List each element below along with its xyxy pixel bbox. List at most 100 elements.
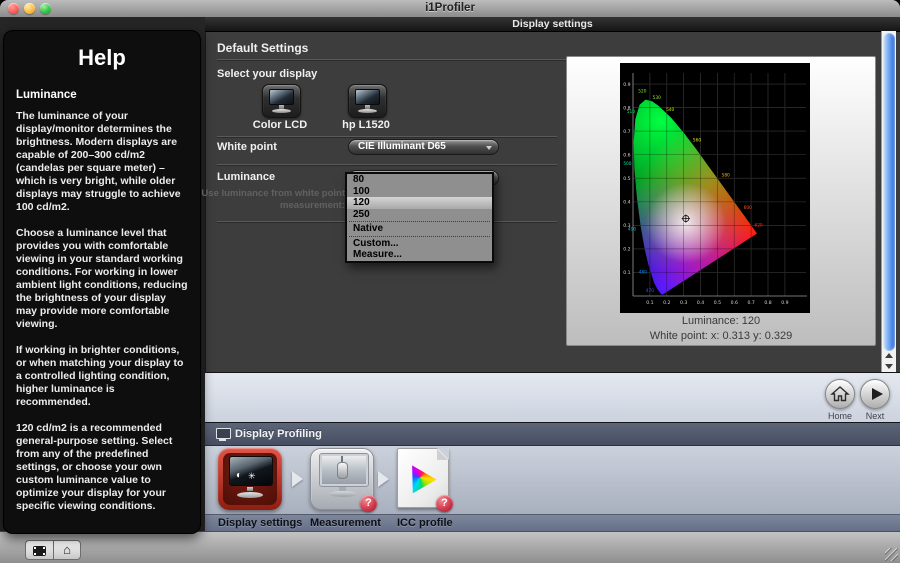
chevron-down-icon: [486, 146, 492, 150]
step-arrow-icon: [292, 471, 303, 487]
menu-item-native[interactable]: Native: [347, 223, 492, 235]
nav-strip: Home Next: [205, 372, 900, 422]
help-paragraph: 120 cd/m2 is a recommended general-purpo…: [16, 422, 188, 513]
home-button-label: Home: [820, 411, 860, 421]
svg-text:0.5: 0.5: [623, 176, 630, 182]
svg-text:0.4: 0.4: [623, 200, 630, 206]
white-point-label: White point: [217, 141, 277, 153]
section-title: Default Settings: [217, 41, 308, 55]
svg-text:490: 490: [628, 226, 636, 232]
help-paragraph: The luminance of your display/monitor de…: [16, 110, 188, 214]
help-paragraph: Choose a luminance level that provides y…: [16, 227, 188, 331]
svg-text:0.1: 0.1: [646, 300, 653, 306]
chromaticity-panel: 0.10.20.30.40.50.60.70.80.90.10.20.30.40…: [566, 56, 876, 346]
view-title: Display settings: [205, 17, 900, 31]
step-arrow-icon: [378, 471, 389, 487]
svg-text:0.6: 0.6: [623, 152, 630, 158]
window-resize-grip[interactable]: [885, 548, 898, 561]
display-option-hp-l1520[interactable]: [348, 84, 387, 118]
luminance-caption: Luminance: 120: [567, 315, 875, 327]
brightness-icon: ✳: [248, 471, 256, 482]
step-measurement[interactable]: ?: [310, 448, 374, 510]
window-bottom-bar: ⌂: [0, 531, 900, 563]
white-point-dropdown[interactable]: CIE Illuminant D65: [348, 139, 499, 155]
window-title: i1Profiler: [0, 2, 900, 14]
svg-text:530: 530: [653, 95, 661, 101]
play-next-icon: [872, 388, 883, 400]
step-display-settings[interactable]: ◐ ✳: [218, 448, 282, 510]
display-option-label: Color LCD: [240, 119, 320, 131]
svg-text:0.6: 0.6: [731, 300, 738, 306]
monitor-icon: [355, 89, 380, 105]
cie-chromaticity-diagram: 0.10.20.30.40.50.60.70.80.90.10.20.30.40…: [620, 63, 810, 313]
contrast-icon: ◐: [236, 470, 242, 481]
icc-profile-document-icon: ?: [397, 448, 449, 508]
color-gamut-icon: [406, 462, 440, 496]
workflow-steps: ◐ ✳ ? ?: [205, 446, 900, 514]
svg-text:0.9: 0.9: [623, 82, 630, 88]
resize-view-button[interactable]: [25, 540, 53, 560]
svg-text:470: 470: [646, 288, 654, 294]
svg-text:560: 560: [693, 137, 701, 143]
home-icon: [826, 380, 854, 408]
svg-text:480: 480: [639, 269, 647, 275]
help-panel: Help Luminance The luminance of your dis…: [3, 30, 201, 534]
svg-text:0.1: 0.1: [623, 270, 630, 276]
app-window: i1Profiler Display settings Help Luminan…: [0, 0, 900, 563]
help-paragraph: If working in brighter conditions, or wh…: [16, 344, 188, 409]
svg-text:0.2: 0.2: [663, 300, 670, 306]
menu-item-250[interactable]: 250: [347, 209, 492, 221]
workflow-labels: Display settings Measurement ICC profile: [205, 514, 900, 531]
home-view-button[interactable]: ⌂: [53, 540, 81, 560]
menu-item-100[interactable]: 100: [347, 186, 492, 198]
svg-text:0.7: 0.7: [747, 300, 754, 306]
menu-item-custom[interactable]: Custom...: [347, 238, 492, 250]
svg-text:620: 620: [754, 222, 762, 228]
fit-view-icon: [33, 546, 46, 556]
menu-item-measure[interactable]: Measure...: [347, 249, 492, 261]
house-icon: ⌂: [54, 541, 80, 559]
monitor-icon: [269, 89, 294, 105]
svg-text:0.4: 0.4: [697, 300, 704, 306]
step-label-measurement: Measurement: [310, 517, 381, 529]
select-display-label: Select your display: [217, 68, 317, 80]
arrow-down-icon: [885, 364, 893, 369]
measurement-device-icon: [337, 462, 348, 479]
workflow-title: Display Profiling: [235, 428, 322, 440]
svg-text:600: 600: [744, 205, 752, 211]
question-badge: ?: [360, 495, 377, 512]
menu-item-120-selected[interactable]: 120: [347, 197, 492, 209]
scroll-down-button[interactable]: [882, 361, 896, 371]
white-point-marker: [682, 214, 690, 222]
white-point-value: CIE Illuminant D65: [349, 140, 498, 154]
display-option-color-lcd[interactable]: [262, 84, 301, 118]
workflow-header: Display Profiling: [205, 422, 900, 446]
vertical-scrollbar[interactable]: [881, 31, 896, 372]
menu-item-80[interactable]: 80: [347, 174, 492, 186]
white-point-caption: White point: x: 0.313 y: 0.329: [567, 330, 875, 342]
titlebar: i1Profiler: [0, 0, 900, 18]
help-heading: Luminance: [16, 89, 188, 101]
step-label-display-settings: Display settings: [218, 517, 302, 529]
svg-text:520: 520: [638, 89, 646, 95]
svg-text:580: 580: [722, 172, 730, 178]
menu-separator: [349, 221, 490, 222]
view-header: Display settings: [205, 17, 900, 32]
next-button[interactable]: [860, 379, 890, 409]
step-icc-profile[interactable]: ?: [397, 446, 461, 510]
display-option-label: hp L1520: [326, 119, 406, 131]
svg-text:0.7: 0.7: [623, 129, 630, 135]
svg-text:0.2: 0.2: [623, 247, 630, 253]
arrow-up-icon: [885, 353, 893, 358]
step-label-icc-profile: ICC profile: [397, 517, 453, 529]
scroll-up-button[interactable]: [882, 351, 896, 361]
svg-text:540: 540: [666, 107, 674, 113]
home-button[interactable]: [825, 379, 855, 409]
scrollbar-thumb[interactable]: [883, 33, 895, 351]
svg-text:0.3: 0.3: [680, 300, 687, 306]
monitor-icon: [216, 428, 231, 439]
menu-separator: [349, 236, 490, 237]
next-button-label: Next: [855, 411, 895, 421]
divider: [217, 136, 557, 137]
svg-text:510: 510: [627, 109, 635, 115]
